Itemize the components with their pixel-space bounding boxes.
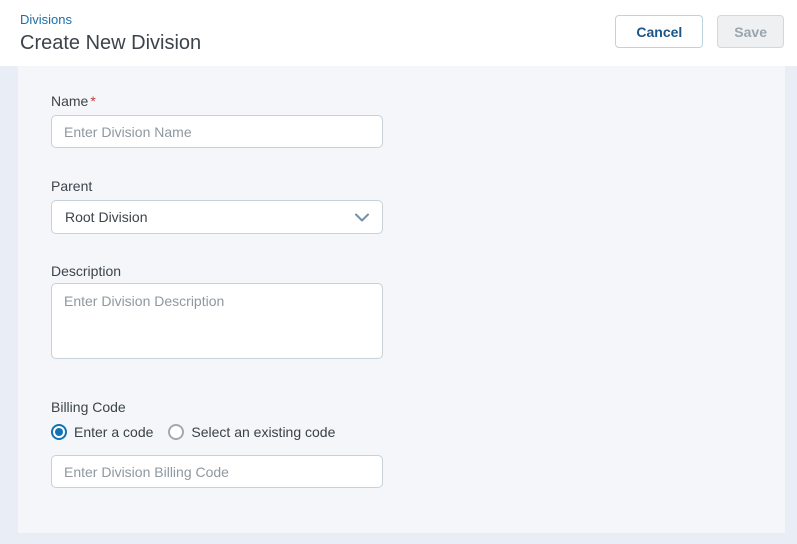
division-name-input[interactable] bbox=[51, 115, 383, 148]
parent-select[interactable]: Root Division bbox=[51, 200, 383, 234]
breadcrumb-divisions-link[interactable]: Divisions bbox=[20, 12, 72, 27]
radio-label[interactable]: Enter a code bbox=[74, 424, 153, 440]
radio-option-select-existing-code[interactable]: Select an existing code bbox=[168, 424, 335, 440]
header-actions: Cancel Save bbox=[615, 15, 784, 48]
radio-selected-icon[interactable] bbox=[51, 424, 67, 440]
name-label: Name* bbox=[51, 93, 785, 109]
radio-unselected-icon[interactable] bbox=[168, 424, 184, 440]
radio-option-enter-a-code[interactable]: Enter a code bbox=[51, 424, 153, 440]
parent-label: Parent bbox=[51, 178, 785, 194]
page-header: Divisions Create New Division Cancel Sav… bbox=[0, 0, 797, 66]
cancel-button[interactable]: Cancel bbox=[615, 15, 703, 48]
required-asterisk: * bbox=[90, 93, 95, 109]
billing-code-radio-group: Enter a code Select an existing code bbox=[51, 424, 785, 440]
radio-label[interactable]: Select an existing code bbox=[191, 424, 335, 440]
parent-select-value: Root Division bbox=[65, 209, 147, 225]
save-button[interactable]: Save bbox=[717, 15, 784, 48]
division-billing-code-input[interactable] bbox=[51, 455, 383, 488]
division-description-textarea[interactable] bbox=[51, 283, 383, 359]
description-label: Description bbox=[51, 263, 785, 279]
form-panel: Name* Parent Root Division Description B… bbox=[18, 66, 785, 533]
billing-code-label: Billing Code bbox=[51, 399, 785, 415]
chevron-down-icon bbox=[355, 213, 369, 222]
